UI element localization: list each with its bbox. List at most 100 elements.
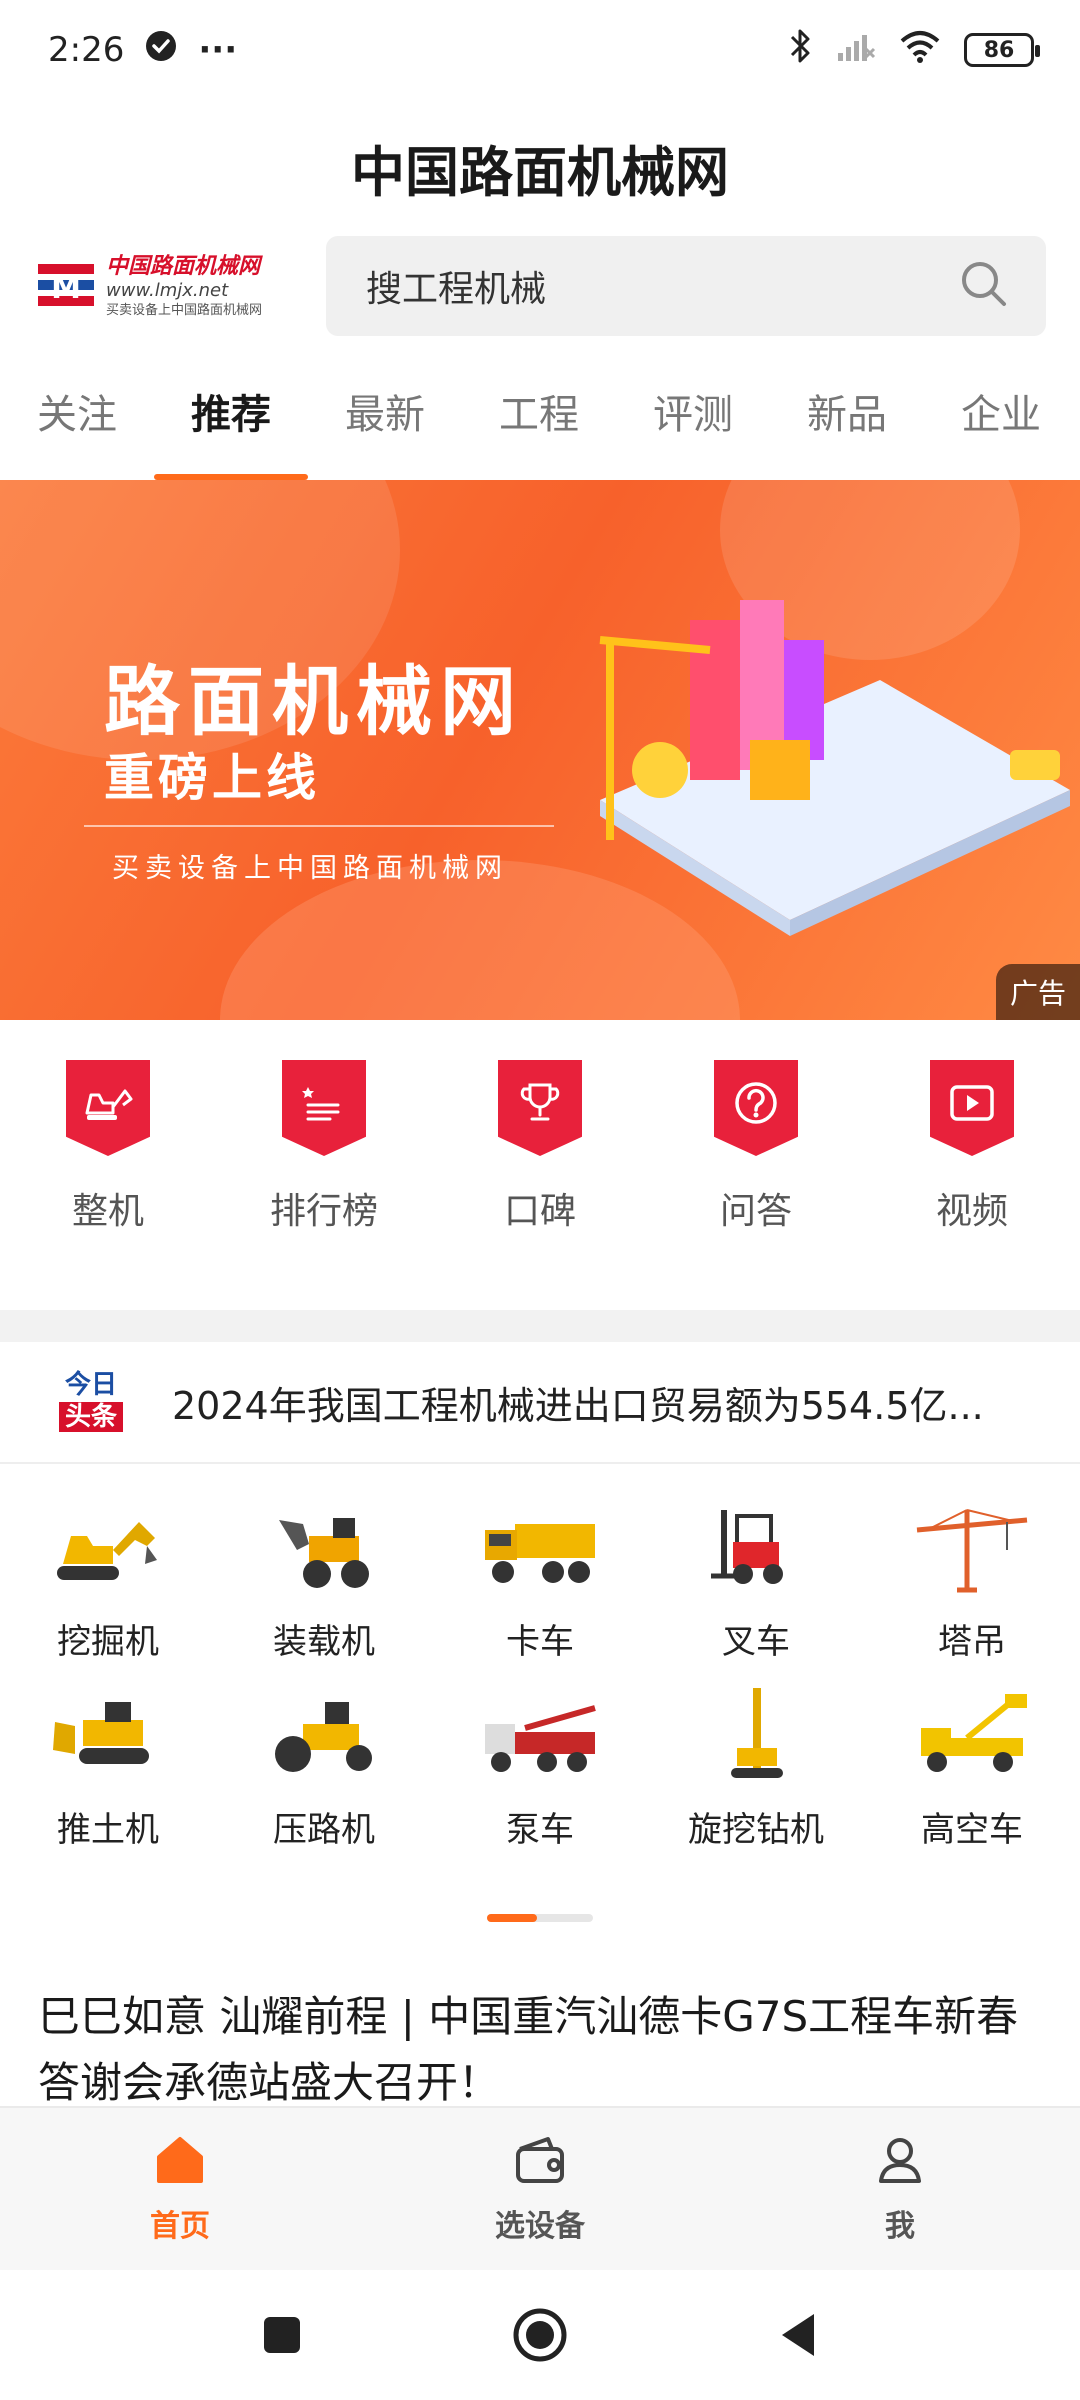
category-bengche[interactable]: 泵车	[432, 1688, 648, 1876]
header-row: M 中国路面机械网 www.lmjx.net 买卖设备上中国路面机械网 搜工程机…	[36, 236, 1046, 336]
battery-indicator: 86	[964, 33, 1040, 67]
nav-label: 我	[885, 2209, 915, 2244]
aerial-truck-image	[921, 1694, 1027, 1772]
home-icon	[157, 2137, 203, 2183]
quick-label: 问答	[719, 1191, 792, 1232]
search-input[interactable]: 搜工程机械	[326, 236, 1046, 336]
loader-image	[279, 1518, 369, 1588]
tab-xinpin[interactable]: 新品	[770, 360, 924, 480]
quick-item-wenda[interactable]: 问答	[648, 1060, 864, 1290]
tab-tuijian[interactable]: 推荐	[154, 360, 308, 480]
category-xuanwazuanji[interactable]: 旋挖钻机	[648, 1688, 864, 1876]
svg-text:M: M	[51, 271, 81, 306]
pump-truck-image	[485, 1705, 596, 1772]
logo-mark-icon: M	[36, 258, 96, 314]
quick-label: 口碑	[503, 1191, 576, 1232]
quick-menu: 整机 排行榜 口碑 问答 视频	[0, 1060, 1080, 1290]
category-label: 塔吊	[938, 1622, 1006, 1662]
news-title[interactable]: 巳巳如意 汕耀前程 | 中国重汽汕德卡G7S工程车新春答谢会承德站盛大召开！	[38, 1984, 1048, 2104]
category-label: 旋挖钻机	[688, 1810, 824, 1850]
equipment-categories: 挖掘机 装载机 卡车 叉车 塔吊 推土机 压路机 泵车 旋挖钻机 高空车	[0, 1500, 1080, 1876]
search-placeholder: 搜工程机械	[366, 269, 547, 310]
road-roller-image	[275, 1702, 372, 1772]
ranking-list-icon	[282, 1060, 366, 1156]
user-icon	[879, 2138, 921, 2183]
category-zhuangzaiji[interactable]: 装载机	[216, 1500, 432, 1688]
logo-en-text: www.lmjx.net	[106, 279, 229, 301]
home-button-icon[interactable]	[512, 2307, 568, 2363]
quick-item-koubei[interactable]: 口碑	[432, 1060, 648, 1290]
category-kache[interactable]: 卡车	[432, 1500, 648, 1688]
tab-gongcheng[interactable]: 工程	[462, 360, 616, 480]
headline-item[interactable]: 今日 头条 2024年我国工程机械进出口贸易额为554.5亿...	[0, 1342, 1080, 1464]
recent-apps-icon[interactable]	[262, 2315, 302, 2355]
more-icon: ···	[198, 30, 238, 70]
question-icon	[714, 1060, 798, 1156]
quick-item-zhengji[interactable]: 整机	[0, 1060, 216, 1290]
category-pager	[487, 1914, 593, 1922]
check-circle-icon	[144, 29, 178, 72]
excavator-icon	[66, 1060, 150, 1156]
quick-item-paihangbang[interactable]: 排行榜	[216, 1060, 432, 1290]
page-title: 中国路面机械网	[351, 141, 729, 204]
section-divider	[0, 1310, 1080, 1342]
tab-pingce[interactable]: 评测	[616, 360, 770, 480]
category-chache[interactable]: 叉车	[648, 1500, 864, 1688]
category-label: 装载机	[273, 1622, 375, 1662]
category-label: 叉车	[722, 1622, 790, 1662]
category-label: 推土机	[57, 1810, 159, 1850]
nav-select-equipment[interactable]: 选设备	[360, 2108, 720, 2270]
tab-guanzhu[interactable]: 关注	[0, 360, 154, 480]
video-play-icon	[930, 1060, 1014, 1156]
quick-label: 排行榜	[269, 1191, 378, 1232]
truck-image	[485, 1524, 595, 1583]
toutiao-logo-icon: 今日 头条	[46, 1367, 136, 1437]
category-wajueji[interactable]: 挖掘机	[0, 1500, 216, 1688]
rotary-drill-image	[731, 1688, 783, 1778]
nav-me[interactable]: 我	[720, 2108, 1080, 2270]
system-nav	[0, 2270, 1080, 2400]
quick-label: 整机	[71, 1191, 144, 1232]
bluetooth-icon	[788, 26, 814, 75]
promo-banner[interactable]: 路面机械网 重磅上线 买卖设备上中国路面机械网 广告	[0, 480, 1080, 1020]
category-tabs: 关注 推荐 最新 工程 评测 新品 企业	[0, 360, 1080, 480]
wallet-icon	[516, 2137, 564, 2183]
back-icon[interactable]	[778, 2312, 818, 2358]
category-label: 泵车	[506, 1810, 574, 1850]
banner-divider	[84, 825, 554, 827]
wifi-icon	[898, 29, 942, 72]
quick-item-shipin[interactable]: 视频	[864, 1060, 1080, 1290]
ad-label: 广告	[995, 964, 1080, 1020]
site-logo[interactable]: M 中国路面机械网 www.lmjx.net 买卖设备上中国路面机械网	[36, 246, 286, 326]
status-time: 2:26	[48, 30, 125, 70]
category-label: 挖掘机	[57, 1622, 159, 1662]
nav-home[interactable]: 首页	[0, 2108, 360, 2270]
banner-illustration	[599, 600, 1070, 936]
nav-label: 选设备	[495, 2209, 585, 2244]
category-label: 高空车	[921, 1810, 1023, 1850]
tab-zuixin[interactable]: 最新	[308, 360, 462, 480]
category-gaokongche[interactable]: 高空车	[864, 1688, 1080, 1876]
banner-subheadline: 重磅上线	[104, 749, 320, 807]
banner-headline: 路面机械网	[104, 657, 524, 746]
forklift-image	[711, 1510, 783, 1584]
category-label: 压路机	[273, 1810, 375, 1850]
category-tadiao[interactable]: 塔吊	[864, 1500, 1080, 1688]
category-yaluji[interactable]: 压路机	[216, 1688, 432, 1876]
excavator-image	[57, 1522, 157, 1580]
status-bar: 2:26 ··· 86	[0, 0, 1080, 100]
trophy-icon	[498, 1060, 582, 1156]
logo-cn-text: 中国路面机械网	[106, 253, 261, 279]
search-icon[interactable]	[958, 258, 1010, 314]
toutiao-logo-bottom: 头条	[58, 1402, 123, 1432]
category-label: 卡车	[506, 1622, 574, 1662]
banner-tagline: 买卖设备上中国路面机械网	[112, 853, 508, 884]
logo-sub-text: 买卖设备上中国路面机械网	[106, 302, 263, 318]
toutiao-logo-top: 今日	[64, 1370, 117, 1400]
nav-label: 首页	[150, 2209, 210, 2244]
tab-qiye[interactable]: 企业	[924, 360, 1078, 480]
bottom-nav: 首页 选设备 我	[0, 2106, 1080, 2270]
bulldozer-image	[53, 1702, 149, 1764]
signal-icon	[836, 29, 876, 72]
category-tutuji[interactable]: 推土机	[0, 1688, 216, 1876]
